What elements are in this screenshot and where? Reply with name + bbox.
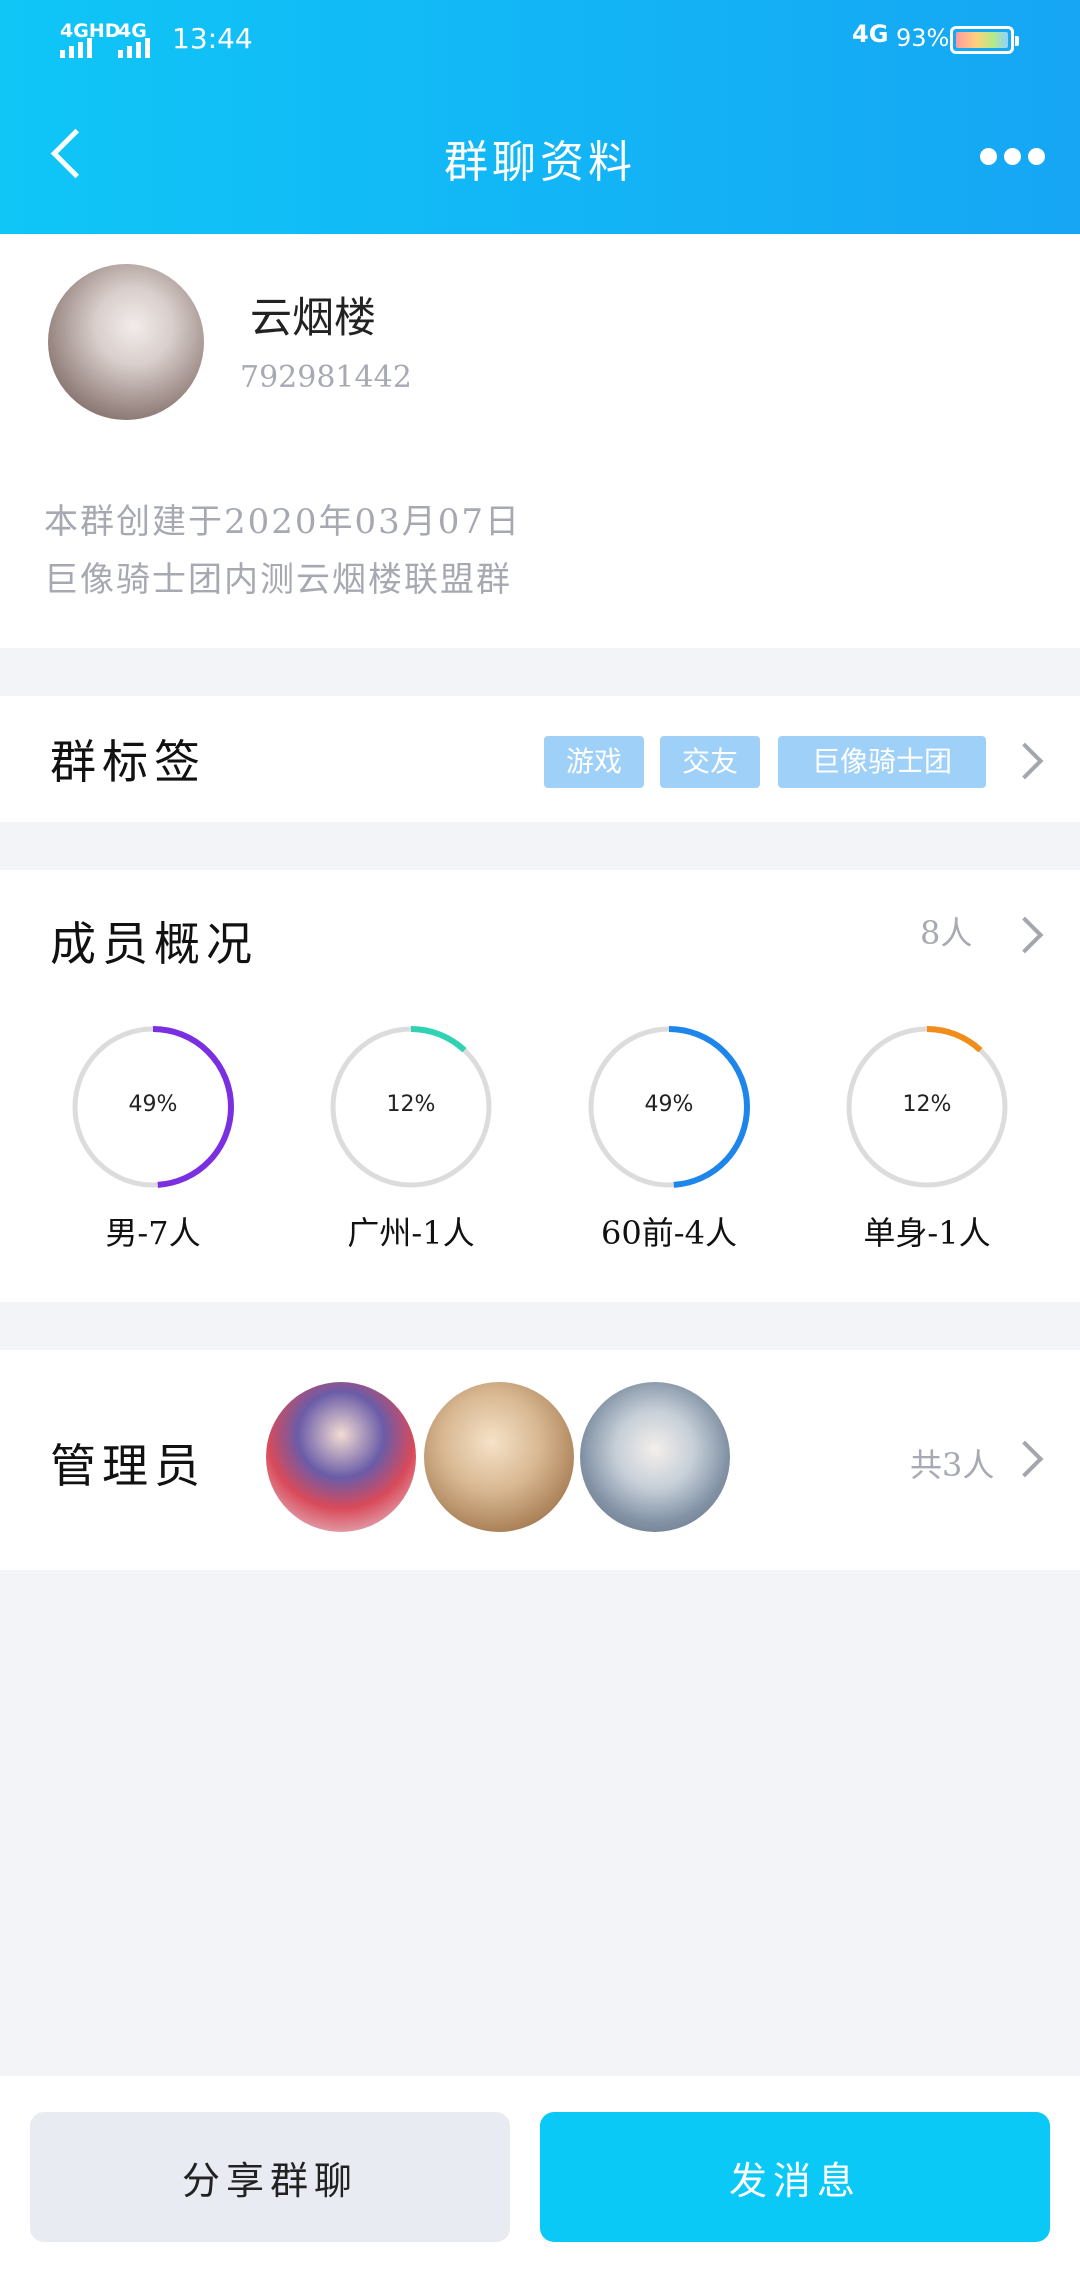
- admins-title: 管理员: [50, 1439, 206, 1493]
- group-id: 792981442: [240, 360, 412, 395]
- chevron-right-icon: [1006, 742, 1044, 780]
- signal-bars-1-icon: [60, 38, 96, 58]
- status-bar: 4GHD 4G 13:44 4G 93%: [0, 0, 1080, 78]
- stat-label: 男-7人: [105, 1214, 201, 1252]
- chevron-right-icon: [1006, 1440, 1044, 1478]
- network-indicator-right: 4G: [852, 20, 889, 48]
- stat-percent: 12%: [902, 1092, 952, 1117]
- admin-avatar[interactable]: [580, 1382, 730, 1532]
- stat-label: 单身-1人: [863, 1214, 991, 1252]
- group-name: 云烟楼: [250, 293, 377, 342]
- stat-percent: 49%: [644, 1092, 694, 1117]
- stat-label: 60前-4人: [601, 1214, 737, 1252]
- members-title: 成员概况: [50, 917, 258, 971]
- member-stat-location: 12% 广州-1人: [326, 1022, 496, 1252]
- group-profile-card: 云烟楼 792981442 本群创建于2020年03月07日 巨像骑士团内测云烟…: [0, 234, 1080, 648]
- admins-row[interactable]: 管理员 共3人: [0, 1350, 1080, 1570]
- stat-label: 广州-1人: [347, 1214, 475, 1252]
- send-message-button[interactable]: 发消息: [540, 2112, 1050, 2242]
- tag-chip: 交友: [660, 736, 760, 788]
- member-stat-age: 49% 60前-4人: [584, 1022, 754, 1252]
- member-stat-relationship: 12% 单身-1人: [842, 1022, 1012, 1252]
- members-overview-card[interactable]: 成员概况 8人 49% 男-7人 12% 广州-1人 49% 60前-4人 12…: [0, 870, 1080, 1302]
- admin-avatar[interactable]: [424, 1382, 574, 1532]
- member-count: 8人: [920, 914, 973, 952]
- share-group-button[interactable]: 分享群聊: [30, 2112, 510, 2242]
- admin-count: 共3人: [910, 1446, 995, 1484]
- tag-chip: 巨像骑士团: [778, 736, 986, 788]
- stat-percent: 49%: [128, 1092, 178, 1117]
- more-options-icon[interactable]: [980, 148, 1050, 168]
- stat-percent: 12%: [386, 1092, 436, 1117]
- status-time: 13:44: [172, 22, 253, 55]
- page-title: 群聊资料: [444, 137, 636, 188]
- signal-bars-2-icon: [118, 38, 154, 58]
- tag-chip: 游戏: [544, 736, 644, 788]
- group-description: 巨像骑士团内测云烟楼联盟群: [44, 560, 512, 600]
- app-header: 4GHD 4G 13:44 4G 93% 群聊资料: [0, 0, 1080, 234]
- chevron-right-icon: [1006, 916, 1044, 954]
- group-tags-row[interactable]: 群标签 游戏 交友 巨像骑士团: [0, 696, 1080, 822]
- tags-title: 群标签: [50, 735, 206, 789]
- bottom-action-bar: 分享群聊 发消息: [0, 2076, 1080, 2280]
- member-stat-gender: 49% 男-7人: [68, 1022, 238, 1252]
- battery-percent: 93%: [896, 24, 950, 52]
- group-created-date: 本群创建于2020年03月07日: [44, 502, 522, 542]
- admin-avatar[interactable]: [266, 1382, 416, 1532]
- battery-icon: [950, 26, 1019, 54]
- group-avatar[interactable]: [48, 264, 204, 420]
